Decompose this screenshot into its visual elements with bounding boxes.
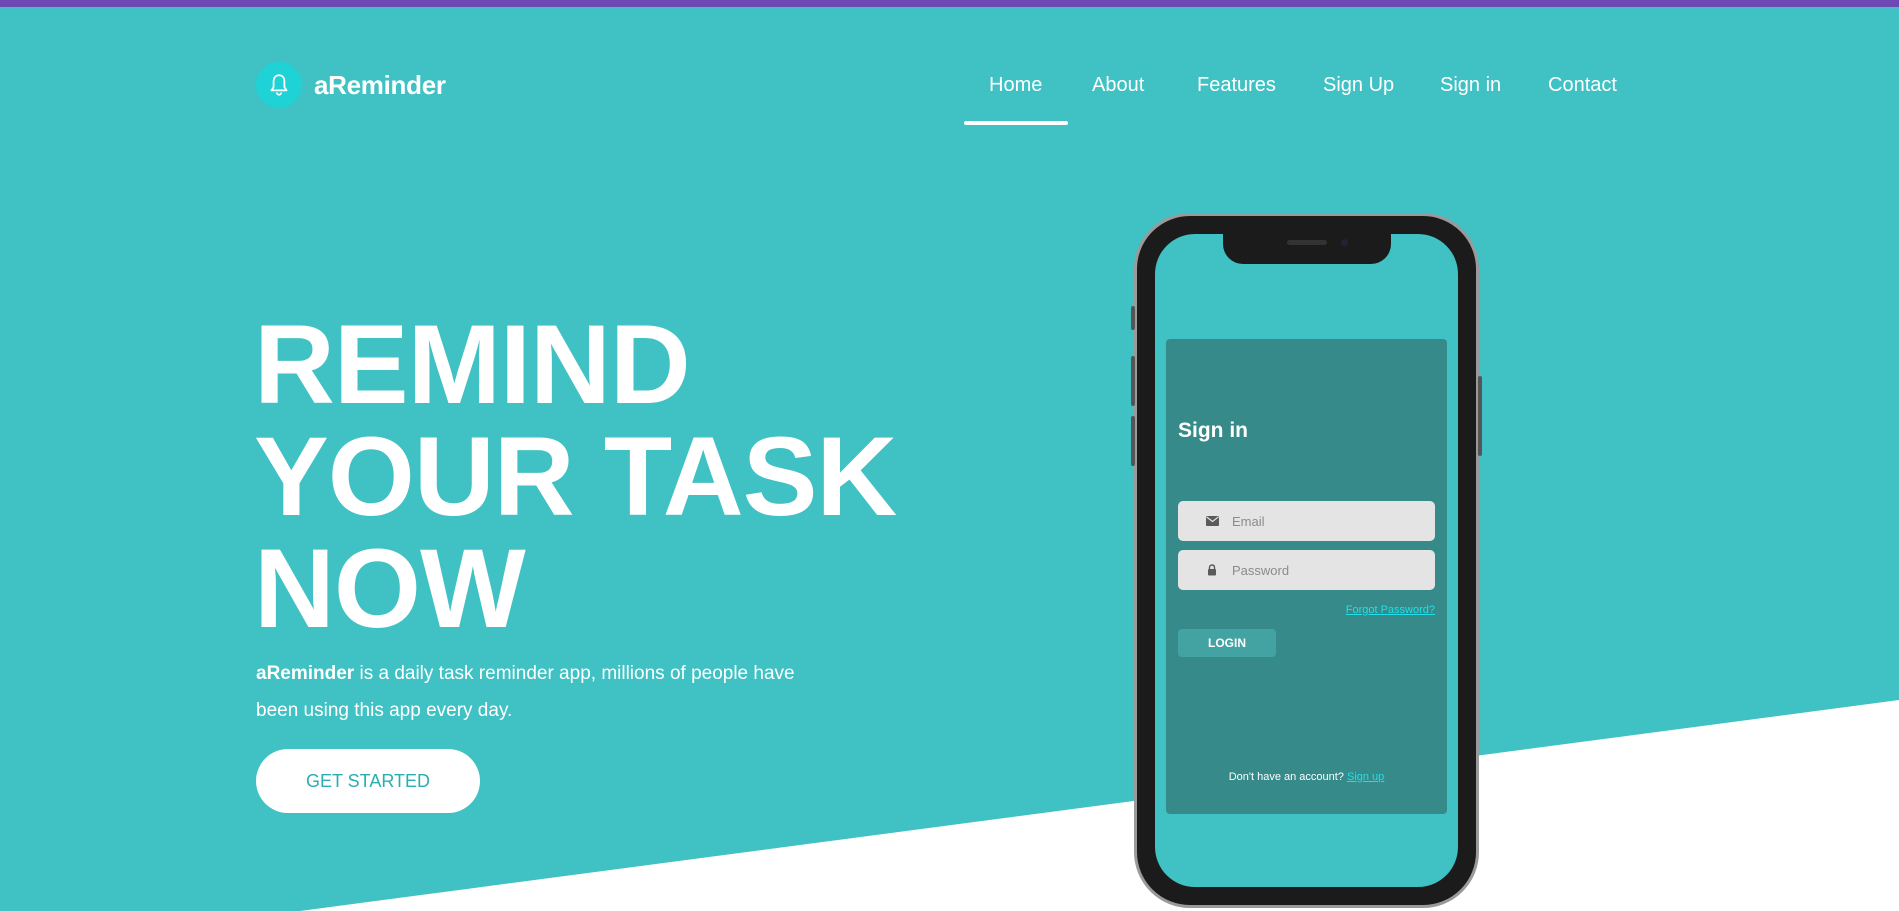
active-nav-indicator [964, 121, 1068, 125]
phone-power-button [1478, 376, 1482, 456]
nav-item-about[interactable]: About [1092, 74, 1144, 97]
front-camera [1341, 239, 1348, 246]
email-field[interactable] [1178, 501, 1435, 541]
email-input[interactable] [1232, 513, 1422, 529]
top-accent-bar [0, 0, 1899, 7]
nav-item-sign-in[interactable]: Sign in [1440, 74, 1501, 97]
signin-card: Sign in Forgot Password? LOGIN Don't hav… [1166, 339, 1447, 814]
speaker-grille [1287, 240, 1327, 245]
signup-link[interactable]: Sign up [1347, 771, 1384, 783]
signin-title: Sign in [1178, 419, 1248, 442]
no-account-text: Don't have an account? [1228, 771, 1347, 783]
lock-icon [1205, 563, 1219, 577]
phone-mute-switch [1131, 306, 1135, 330]
nav-item-sign-up[interactable]: Sign Up [1323, 74, 1394, 97]
hero-description-brand: aReminder [256, 663, 355, 684]
phone-mockup: Sign in Forgot Password? LOGIN Don't hav… [1131, 213, 1482, 908]
headline-line-2: YOUR TASK [254, 414, 897, 539]
get-started-button[interactable]: GET STARTED [256, 749, 480, 813]
nav-item-home[interactable]: Home [989, 74, 1042, 97]
phone-volume-up [1131, 356, 1135, 406]
password-input[interactable] [1232, 562, 1422, 578]
hero-description: aReminder is a daily task reminder app, … [256, 655, 796, 729]
phone-notch [1223, 234, 1391, 264]
main-nav: Home About Features Sign Up Sign in Cont… [0, 58, 1899, 128]
envelope-icon [1205, 514, 1219, 528]
forgot-password-link[interactable]: Forgot Password? [1346, 604, 1435, 616]
login-button[interactable]: LOGIN [1178, 629, 1276, 657]
hero-headline: REMIND YOUR TASK NOW [254, 302, 897, 651]
nav-item-features[interactable]: Features [1197, 74, 1276, 97]
nav-item-contact[interactable]: Contact [1548, 74, 1617, 97]
headline-line-3: NOW [254, 526, 526, 651]
password-field[interactable] [1178, 550, 1435, 590]
phone-volume-down [1131, 416, 1135, 466]
headline-line-1: REMIND [254, 302, 691, 427]
signup-prompt: Don't have an account? Sign up [1166, 771, 1447, 783]
phone-screen: Sign in Forgot Password? LOGIN Don't hav… [1155, 234, 1458, 887]
